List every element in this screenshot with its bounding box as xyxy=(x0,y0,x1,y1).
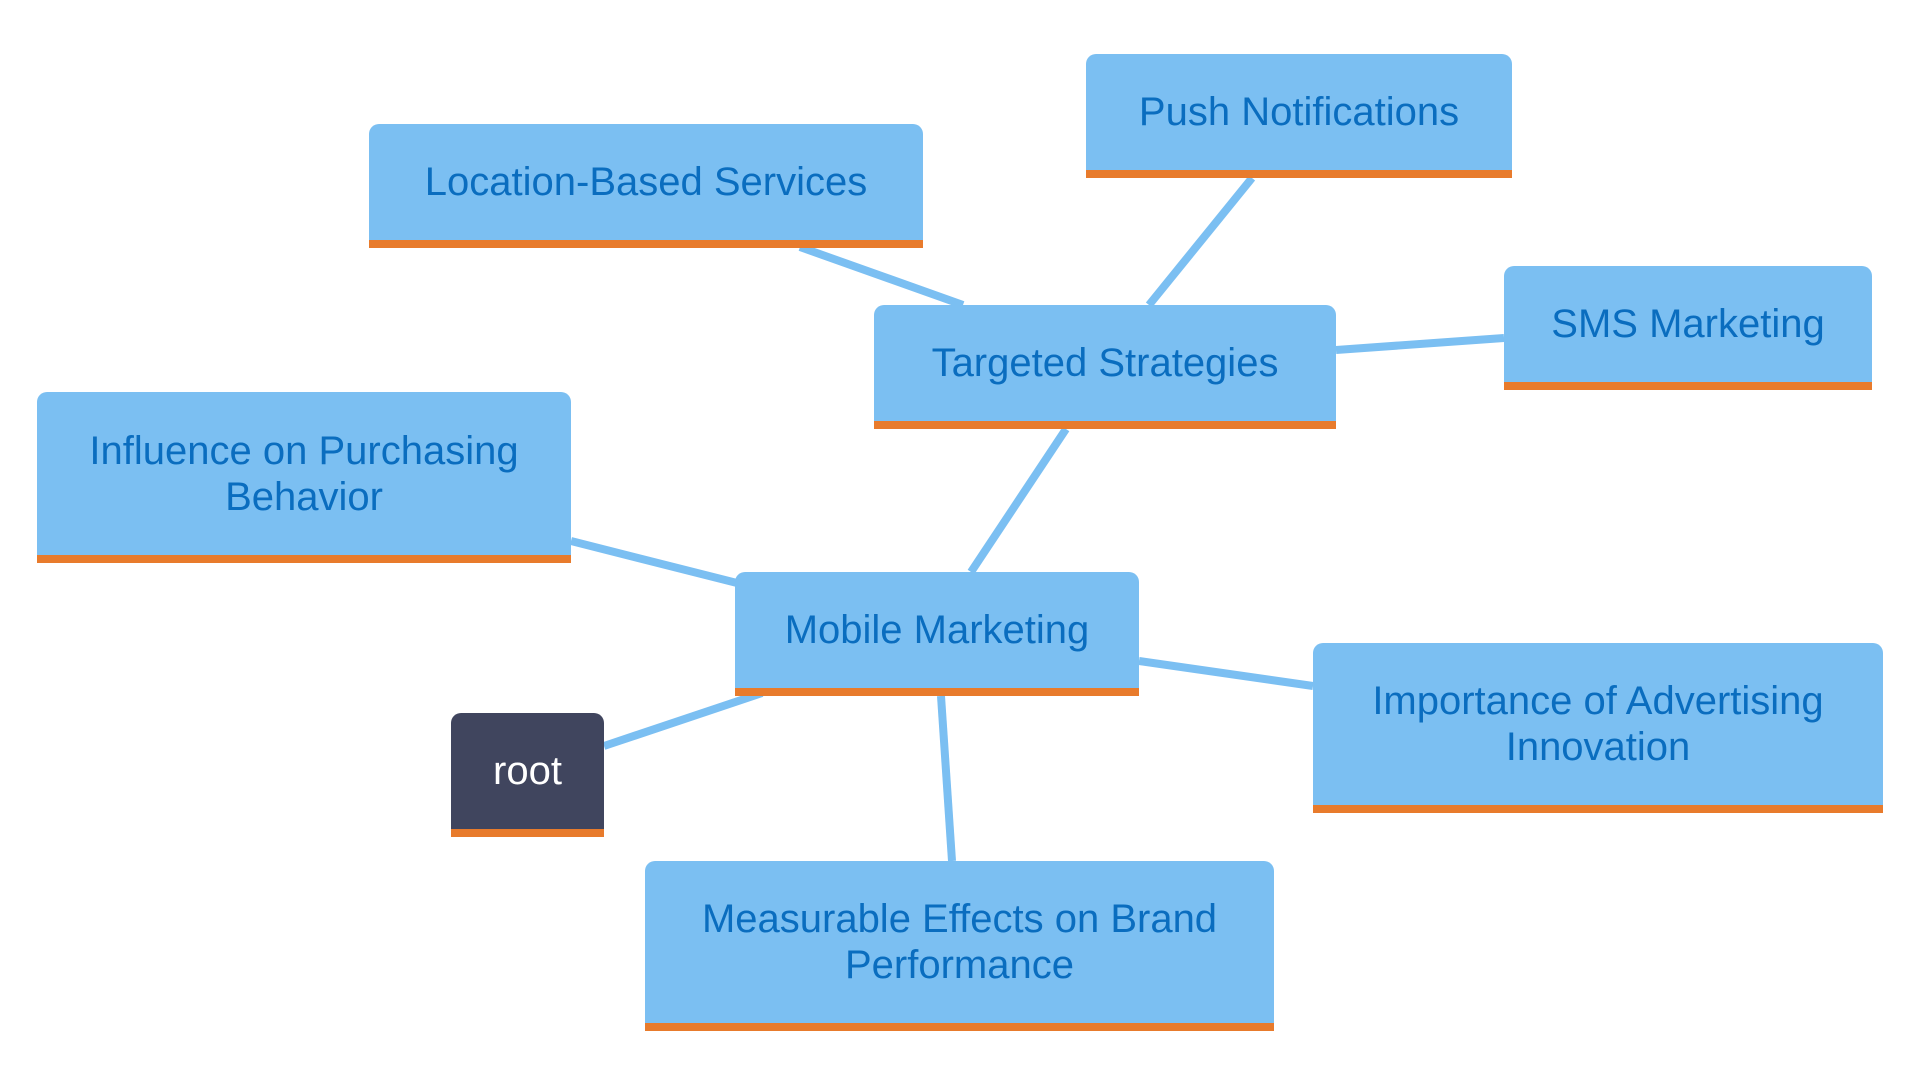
node-label: Measurable Effects on Brand Performance xyxy=(701,897,1218,987)
edge-root-mobile xyxy=(602,689,764,750)
node-measurable-effects-on-brand-performance[interactable]: Measurable Effects on Brand Performance xyxy=(645,861,1274,1031)
node-importance-of-advertising-innovation[interactable]: Importance of Advertising Innovation xyxy=(1313,643,1883,813)
edge-targeted-sms xyxy=(1335,334,1505,354)
node-label: SMS Marketing xyxy=(1551,302,1825,346)
node-sms-marketing[interactable]: SMS Marketing xyxy=(1504,266,1872,390)
node-label: Targeted Strategies xyxy=(931,341,1279,385)
edge-mobile-targeted xyxy=(967,426,1070,575)
node-location-based-services[interactable]: Location-Based Services xyxy=(369,124,923,248)
node-root[interactable]: root xyxy=(451,713,604,837)
edge-mobile-measurable xyxy=(937,695,956,862)
node-label: Push Notifications xyxy=(1138,90,1460,134)
edge-mobile-influence xyxy=(570,537,738,587)
node-influence-on-purchasing-behavior[interactable]: Influence on Purchasing Behavior xyxy=(37,392,571,563)
edge-targeted-location xyxy=(798,243,965,309)
node-push-notifications[interactable]: Push Notifications xyxy=(1086,54,1512,178)
node-label: Location-Based Services xyxy=(424,160,868,204)
edge-mobile-importance xyxy=(1138,657,1314,690)
edge-targeted-push xyxy=(1145,175,1256,308)
node-label: root xyxy=(493,749,562,793)
node-label: Importance of Advertising Innovation xyxy=(1372,679,1824,769)
node-mobile-marketing[interactable]: Mobile Marketing xyxy=(735,572,1139,696)
node-label: Mobile Marketing xyxy=(784,608,1090,652)
node-label: Influence on Purchasing Behavior xyxy=(89,428,519,519)
node-targeted-strategies[interactable]: Targeted Strategies xyxy=(874,305,1336,429)
